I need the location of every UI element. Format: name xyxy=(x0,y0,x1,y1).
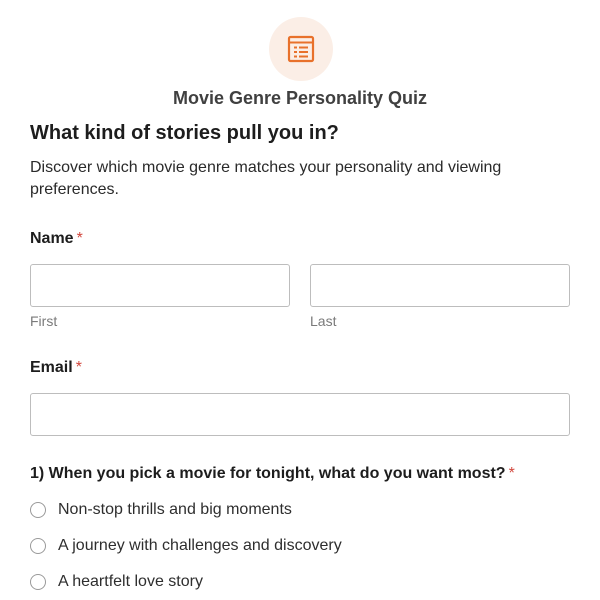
required-mark: * xyxy=(508,465,515,482)
last-name-sublabel: Last xyxy=(310,313,337,329)
option-label: A heartfelt love story xyxy=(58,573,203,590)
document-list-icon xyxy=(287,35,315,63)
first-name-sublabel: First xyxy=(30,313,58,329)
form-logo xyxy=(269,17,333,81)
question-1-option[interactable]: Non-stop thrills and big moments xyxy=(30,501,292,519)
email-label: Email * xyxy=(30,359,82,377)
intro-heading: What kind of stories pull you in? xyxy=(30,122,339,144)
question-1-option[interactable]: A heartfelt love story xyxy=(30,573,203,591)
question-1-text: 1) When you pick a movie for tonight, wh… xyxy=(30,465,506,482)
intro-description: Discover which movie genre matches your … xyxy=(30,159,502,198)
radio-button[interactable] xyxy=(30,538,46,554)
question-1-option[interactable]: A journey with challenges and discovery xyxy=(30,537,342,555)
option-label: Non-stop thrills and big moments xyxy=(58,501,292,518)
name-label: Name * xyxy=(30,230,83,248)
first-name-input[interactable] xyxy=(30,264,290,307)
question-1-label: 1) When you pick a movie for tonight, wh… xyxy=(30,465,515,483)
last-name-input[interactable] xyxy=(310,264,570,307)
required-mark: * xyxy=(76,230,83,247)
radio-button[interactable] xyxy=(30,574,46,590)
required-mark: * xyxy=(75,359,82,376)
radio-button[interactable] xyxy=(30,502,46,518)
email-input[interactable] xyxy=(30,393,570,436)
email-label-text: Email xyxy=(30,359,73,376)
name-label-text: Name xyxy=(30,230,74,247)
option-label: A journey with challenges and discovery xyxy=(58,537,342,554)
form-title: Movie Genre Personality Quiz xyxy=(172,88,428,108)
